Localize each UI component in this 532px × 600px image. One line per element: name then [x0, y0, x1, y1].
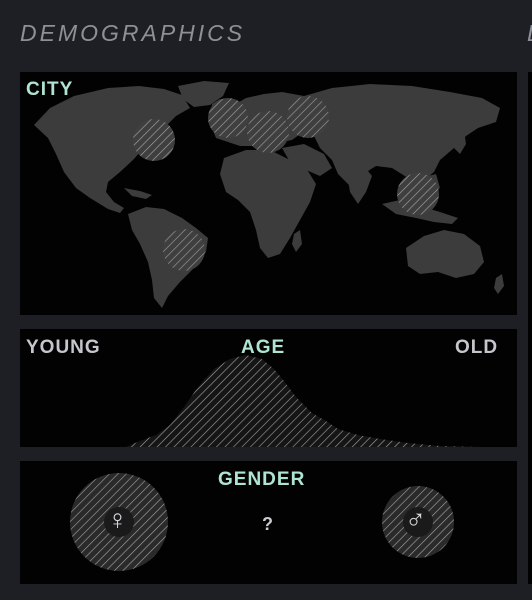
- city-panel: CITY: [20, 72, 517, 315]
- age-young-label: YOUNG: [26, 337, 101, 358]
- female-icon: ♀: [107, 504, 128, 535]
- male-icon: ♂: [405, 503, 426, 534]
- city-label: CITY: [26, 79, 74, 100]
- age-panel: YOUNG AGE OLD: [20, 329, 517, 447]
- world-map: [34, 81, 504, 308]
- marker-central-europe[interactable]: [247, 111, 289, 153]
- marker-southeast-asia[interactable]: [397, 173, 439, 215]
- next-section-title-clipped: D: [527, 20, 532, 46]
- marker-western-europe[interactable]: [208, 98, 248, 138]
- adjacent-panel-edge: [528, 72, 532, 584]
- continent-asia: [304, 84, 500, 186]
- age-label: AGE: [241, 337, 286, 358]
- india: [346, 166, 372, 204]
- caribbean-islands: [124, 188, 152, 199]
- gender-label: GENDER: [218, 469, 306, 490]
- gender-panel: GENDER ♀ ? ♂: [20, 461, 517, 584]
- marker-eastern-europe[interactable]: [287, 96, 329, 138]
- unknown-gender-icon: ?: [262, 514, 273, 534]
- continent-australia: [406, 230, 484, 278]
- new-zealand: [494, 274, 504, 294]
- madagascar: [292, 230, 302, 252]
- age-distribution-area: [126, 355, 480, 447]
- section-title: DEMOGRAPHICS: [20, 20, 246, 46]
- marker-south-america[interactable]: [163, 229, 205, 271]
- age-old-label: OLD: [455, 337, 499, 358]
- marker-north-america[interactable]: [133, 119, 175, 161]
